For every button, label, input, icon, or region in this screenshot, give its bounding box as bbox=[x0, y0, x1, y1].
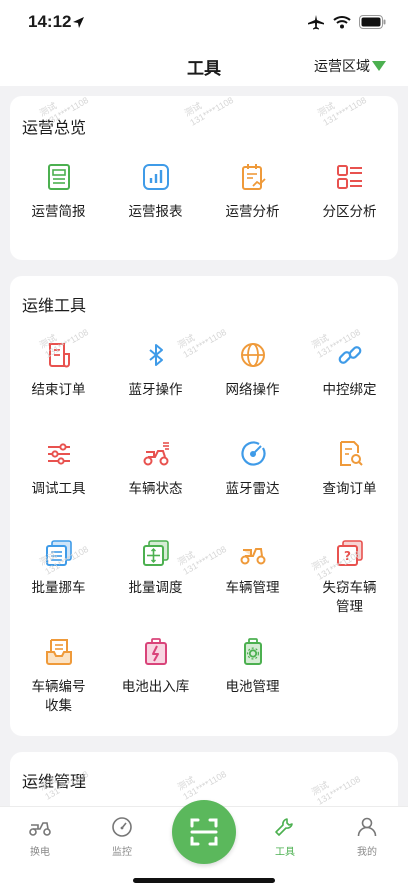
scooter-manage-icon bbox=[238, 538, 268, 568]
tool-network-operation[interactable]: 网络操作 bbox=[204, 340, 301, 400]
tool-label: 查询订单 bbox=[322, 481, 377, 497]
tool-label: 电池管理 bbox=[225, 679, 280, 695]
tool-operations-analysis[interactable]: 运营分析 bbox=[204, 162, 301, 222]
region-label: 运营区域 bbox=[314, 59, 370, 75]
person-icon bbox=[357, 817, 377, 837]
tab-label: 工具 bbox=[275, 847, 295, 858]
section-title: 运维工具 bbox=[22, 296, 87, 315]
tool-label: 运营报表 bbox=[128, 204, 183, 220]
status-time: 14:12 bbox=[28, 12, 72, 31]
status-bar: 14:12 bbox=[0, 0, 408, 46]
tool-label: 运营分析 bbox=[225, 204, 280, 220]
tool-operations-report[interactable]: 运营报表 bbox=[107, 162, 204, 222]
tool-label: 电池出入库 bbox=[121, 679, 190, 695]
radar-icon bbox=[238, 439, 268, 469]
tab-tools[interactable]: 工具 bbox=[255, 815, 315, 858]
batch-dispatch-icon bbox=[141, 538, 171, 568]
tool-zone-analysis[interactable]: 分区分析 bbox=[301, 162, 398, 222]
tool-vehicle-status[interactable]: 车辆状态 bbox=[107, 439, 204, 499]
home-indicator bbox=[133, 878, 275, 883]
analysis-clipboard-icon bbox=[238, 162, 268, 192]
scan-button[interactable] bbox=[172, 800, 236, 864]
bluetooth-icon bbox=[141, 340, 171, 370]
inbox-collect-icon bbox=[44, 637, 74, 667]
tool-battery-management[interactable]: 电池管理 bbox=[204, 637, 301, 697]
tab-profile[interactable]: 我的 bbox=[337, 815, 397, 858]
header-bar: 工具 运营区域 bbox=[0, 46, 408, 86]
tool-label: 蓝牙雷达 bbox=[225, 481, 280, 497]
bar-chart-icon bbox=[141, 162, 171, 192]
wifi-icon bbox=[333, 16, 351, 29]
tab-label: 监控 bbox=[112, 847, 132, 858]
tool-label: 运营简报 bbox=[31, 204, 86, 220]
battery-io-icon bbox=[141, 637, 171, 667]
tool-label: 蓝牙操作 bbox=[128, 382, 183, 398]
sliders-icon bbox=[44, 439, 74, 469]
zone-list-icon bbox=[335, 162, 365, 192]
tool-label: 中控绑定 bbox=[322, 382, 377, 398]
tool-debug-tools[interactable]: 调试工具 bbox=[10, 439, 107, 499]
search-order-icon bbox=[335, 439, 365, 469]
tool-label: 车辆编号 收集 bbox=[31, 679, 86, 714]
scooter-icon bbox=[29, 822, 51, 836]
scooter-status-icon bbox=[141, 439, 171, 469]
airplane-icon bbox=[308, 15, 324, 30]
tool-label: 批量调度 bbox=[128, 580, 183, 596]
scan-icon bbox=[190, 818, 218, 846]
location-arrow-icon bbox=[73, 17, 84, 28]
dropdown-triangle-icon bbox=[372, 61, 386, 71]
wrench-icon bbox=[275, 818, 293, 836]
tool-battery-in-out[interactable]: 电池出入库 bbox=[107, 637, 204, 697]
tool-search-order[interactable]: 查询订单 bbox=[301, 439, 398, 499]
report-doc-icon bbox=[44, 162, 74, 192]
region-selector[interactable]: 运营区域 bbox=[314, 56, 386, 76]
tool-label: 批量挪车 bbox=[31, 580, 86, 596]
tool-label: 车辆状态 bbox=[128, 481, 183, 497]
battery-manage-icon bbox=[238, 637, 268, 667]
tool-label: 调试工具 bbox=[31, 481, 86, 497]
tab-battery-swap[interactable]: 换电 bbox=[10, 815, 70, 858]
globe-icon bbox=[238, 340, 268, 370]
gauge-icon bbox=[112, 817, 132, 837]
tool-vehicle-number-collection[interactable]: 车辆编号 收集 bbox=[10, 637, 107, 716]
tool-bluetooth-radar[interactable]: 蓝牙雷达 bbox=[204, 439, 301, 499]
tool-label: 网络操作 bbox=[225, 382, 280, 398]
tool-operations-brief[interactable]: 运营简报 bbox=[10, 162, 107, 222]
tab-label: 换电 bbox=[30, 847, 50, 858]
tool-label: 车辆管理 bbox=[225, 580, 280, 596]
tool-label: 失窃车辆 管理 bbox=[322, 580, 377, 615]
tool-label: 结束订单 bbox=[31, 382, 86, 398]
tab-monitor[interactable]: 监控 bbox=[92, 815, 152, 858]
tool-label: 分区分析 bbox=[322, 204, 377, 220]
battery-status-icon bbox=[359, 15, 386, 29]
tab-label: 我的 bbox=[357, 847, 377, 858]
